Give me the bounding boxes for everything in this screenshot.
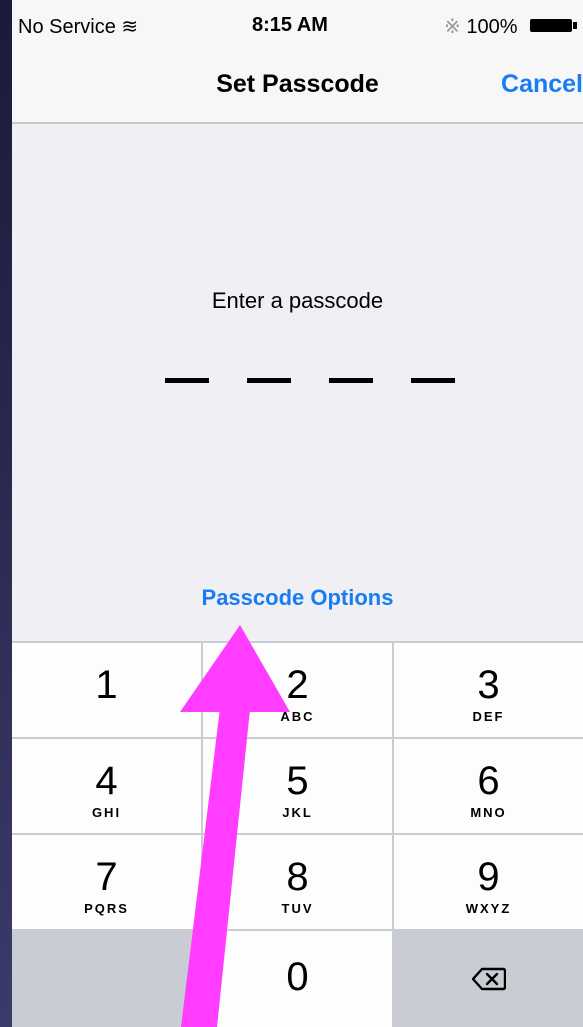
battery-nub — [573, 22, 577, 29]
key-letters: MNO — [470, 805, 507, 820]
key-6[interactable]: 6 MNO — [394, 739, 583, 833]
key-digit: 5 — [286, 759, 309, 803]
delete-key[interactable] — [394, 931, 583, 1027]
navigation-bar: Set Passcode Cancel — [12, 46, 583, 124]
key-9[interactable]: 9 WXYZ — [394, 835, 583, 929]
passcode-digit-slot — [247, 378, 291, 383]
key-0[interactable]: 0 — [203, 931, 392, 1027]
key-letters: JKL — [282, 805, 313, 820]
wifi-icon: ≋ — [121, 16, 139, 38]
key-2[interactable]: 2 ABC — [203, 643, 392, 737]
phone-screen: No Service ≋ 8:15 AM ※ 100% Set Passcode… — [12, 0, 583, 1027]
clock: 8:15 AM — [252, 14, 328, 36]
key-4[interactable]: 4 GHI — [12, 739, 201, 833]
key-digit: 2 — [286, 663, 309, 707]
key-digit: 8 — [286, 855, 309, 899]
backspace-icon — [471, 967, 506, 991]
key-digit: 1 — [95, 663, 118, 707]
carrier-label: No Service — [18, 16, 116, 38]
battery-icon — [530, 19, 572, 32]
key-digit: 4 — [95, 759, 118, 803]
bluetooth-icon: ※ — [444, 16, 461, 38]
passcode-digit-slot — [165, 378, 209, 383]
passcode-prompt: Enter a passcode — [211, 288, 384, 313]
frame-edge — [0, 0, 12, 1027]
key-digit: 3 — [477, 663, 500, 707]
key-1[interactable]: 1 — [12, 643, 201, 737]
key-digit: 9 — [477, 855, 500, 899]
key-letters: WXYZ — [465, 901, 512, 916]
status-bar: No Service ≋ 8:15 AM ※ 100% — [12, 0, 583, 46]
key-letters: DEF — [472, 709, 505, 724]
cancel-button[interactable]: Cancel — [501, 70, 583, 99]
passcode-options-link[interactable]: Passcode Options — [12, 585, 583, 611]
key-8[interactable]: 8 TUV — [203, 835, 392, 929]
battery-status: ※ 100% — [444, 14, 517, 39]
key-digit: 7 — [95, 855, 118, 899]
page-title: Set Passcode — [216, 70, 379, 98]
battery-percent: 100% — [466, 16, 518, 38]
passcode-digit-slot — [329, 378, 373, 383]
key-digit: 6 — [477, 759, 500, 803]
empty-key — [12, 931, 201, 1027]
key-letters: ABC — [280, 709, 315, 724]
key-letters: GHI — [91, 805, 122, 820]
key-letters: PQRS — [84, 901, 129, 916]
key-3[interactable]: 3 DEF — [394, 643, 583, 737]
carrier-status: No Service ≋ — [18, 14, 138, 39]
passcode-digit-slot — [411, 378, 455, 383]
key-5[interactable]: 5 JKL — [203, 739, 392, 833]
numeric-keypad: 1 2 ABC 3 DEF 4 GHI 5 JKL 6 MNO 7 PQRS 8… — [12, 641, 583, 1027]
key-letters: TUV — [281, 901, 314, 916]
key-digit: 0 — [286, 955, 309, 999]
key-7[interactable]: 7 PQRS — [12, 835, 201, 929]
